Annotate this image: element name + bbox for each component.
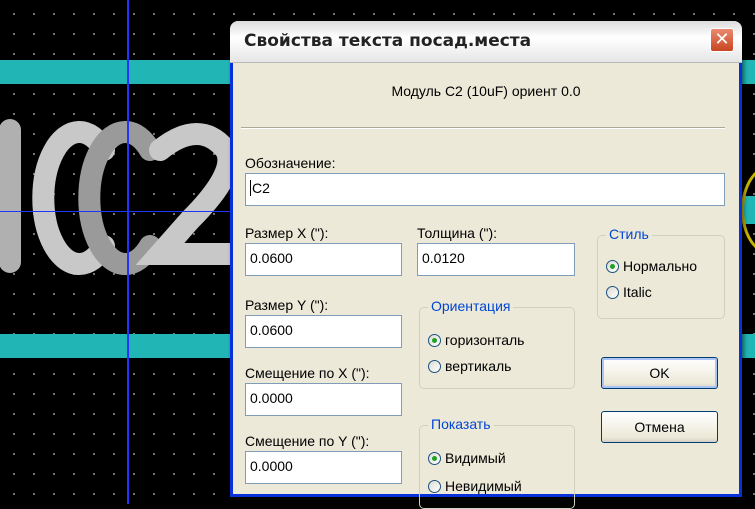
- silkscreen-reference-text: [0, 119, 240, 275]
- orientation-option-horizontal-label: горизонталь: [445, 332, 525, 348]
- visibility-option-visible[interactable]: Видимый: [428, 450, 506, 466]
- radio-unselected-icon: [428, 479, 441, 493]
- radio-unselected-icon: [428, 359, 441, 373]
- ok-button[interactable]: OK: [601, 357, 718, 389]
- thickness-label: Толщина ("):: [417, 225, 498, 241]
- radio-selected-icon: [428, 451, 441, 465]
- offset-x-label: Смещение по X ("):: [245, 365, 370, 381]
- text-cursor: [250, 180, 251, 196]
- close-icon[interactable]: ✕: [710, 28, 734, 52]
- offset-x-input[interactable]: 0.0000: [245, 383, 402, 416]
- style-option-normal[interactable]: Нормально: [606, 258, 697, 274]
- style-option-normal-label: Нормально: [623, 258, 698, 274]
- text-properties-dialog: Свойства текста посад.места ✕ Модуль C2 …: [230, 21, 742, 509]
- cancel-button[interactable]: Отмена: [601, 411, 718, 443]
- visibility-option-invisible-label: Невидимый: [445, 478, 522, 494]
- thickness-input[interactable]: 0.0120: [417, 243, 575, 276]
- style-legend: Стиль: [606, 226, 652, 242]
- visibility-legend: Показать: [428, 416, 494, 432]
- size-x-label: Размер X ("):: [245, 225, 329, 241]
- orientation-option-horizontal[interactable]: горизонталь: [428, 332, 524, 348]
- orientation-option-vertical[interactable]: вертикаль: [428, 358, 511, 374]
- separator: [241, 127, 725, 129]
- style-option-italic[interactable]: Italic: [606, 284, 652, 300]
- reference-value: C2: [252, 180, 270, 196]
- module-info: Модуль C2 (10uF) ориент 0.0: [391, 83, 581, 99]
- pad-outline: [741, 165, 755, 255]
- radio-selected-icon: [606, 259, 619, 273]
- reference-input[interactable]: C2: [245, 173, 725, 206]
- offset-y-label: Смещение по Y ("):: [245, 433, 370, 449]
- visibility-option-invisible[interactable]: Невидимый: [428, 478, 522, 494]
- dialog-body: Модуль C2 (10uF) ориент 0.0 Обозначение:…: [233, 63, 739, 509]
- visibility-group: Показать Видимый Невидимый: [419, 416, 575, 509]
- dialog-title: Свойства текста посад.места: [244, 31, 532, 51]
- size-y-label: Размер Y ("):: [245, 297, 329, 313]
- orientation-group: Ориентация горизонталь вертикаль: [419, 298, 575, 389]
- orientation-legend: Ориентация: [428, 298, 514, 314]
- crosshair-vertical: [127, 0, 129, 504]
- size-x-input[interactable]: 0.0600: [245, 243, 402, 276]
- size-y-input[interactable]: 0.0600: [245, 315, 402, 348]
- orientation-option-vertical-label: вертикаль: [445, 358, 512, 374]
- visibility-option-visible-label: Видимый: [445, 450, 506, 466]
- dialog-titlebar[interactable]: Свойства текста посад.места ✕: [230, 21, 742, 63]
- offset-y-input[interactable]: 0.0000: [245, 451, 402, 484]
- style-group: Стиль Нормально Italic: [597, 226, 725, 319]
- style-option-italic-label: Italic: [623, 284, 652, 300]
- radio-selected-icon: [428, 333, 441, 347]
- radio-unselected-icon: [606, 285, 619, 299]
- reference-label: Обозначение:: [245, 155, 336, 171]
